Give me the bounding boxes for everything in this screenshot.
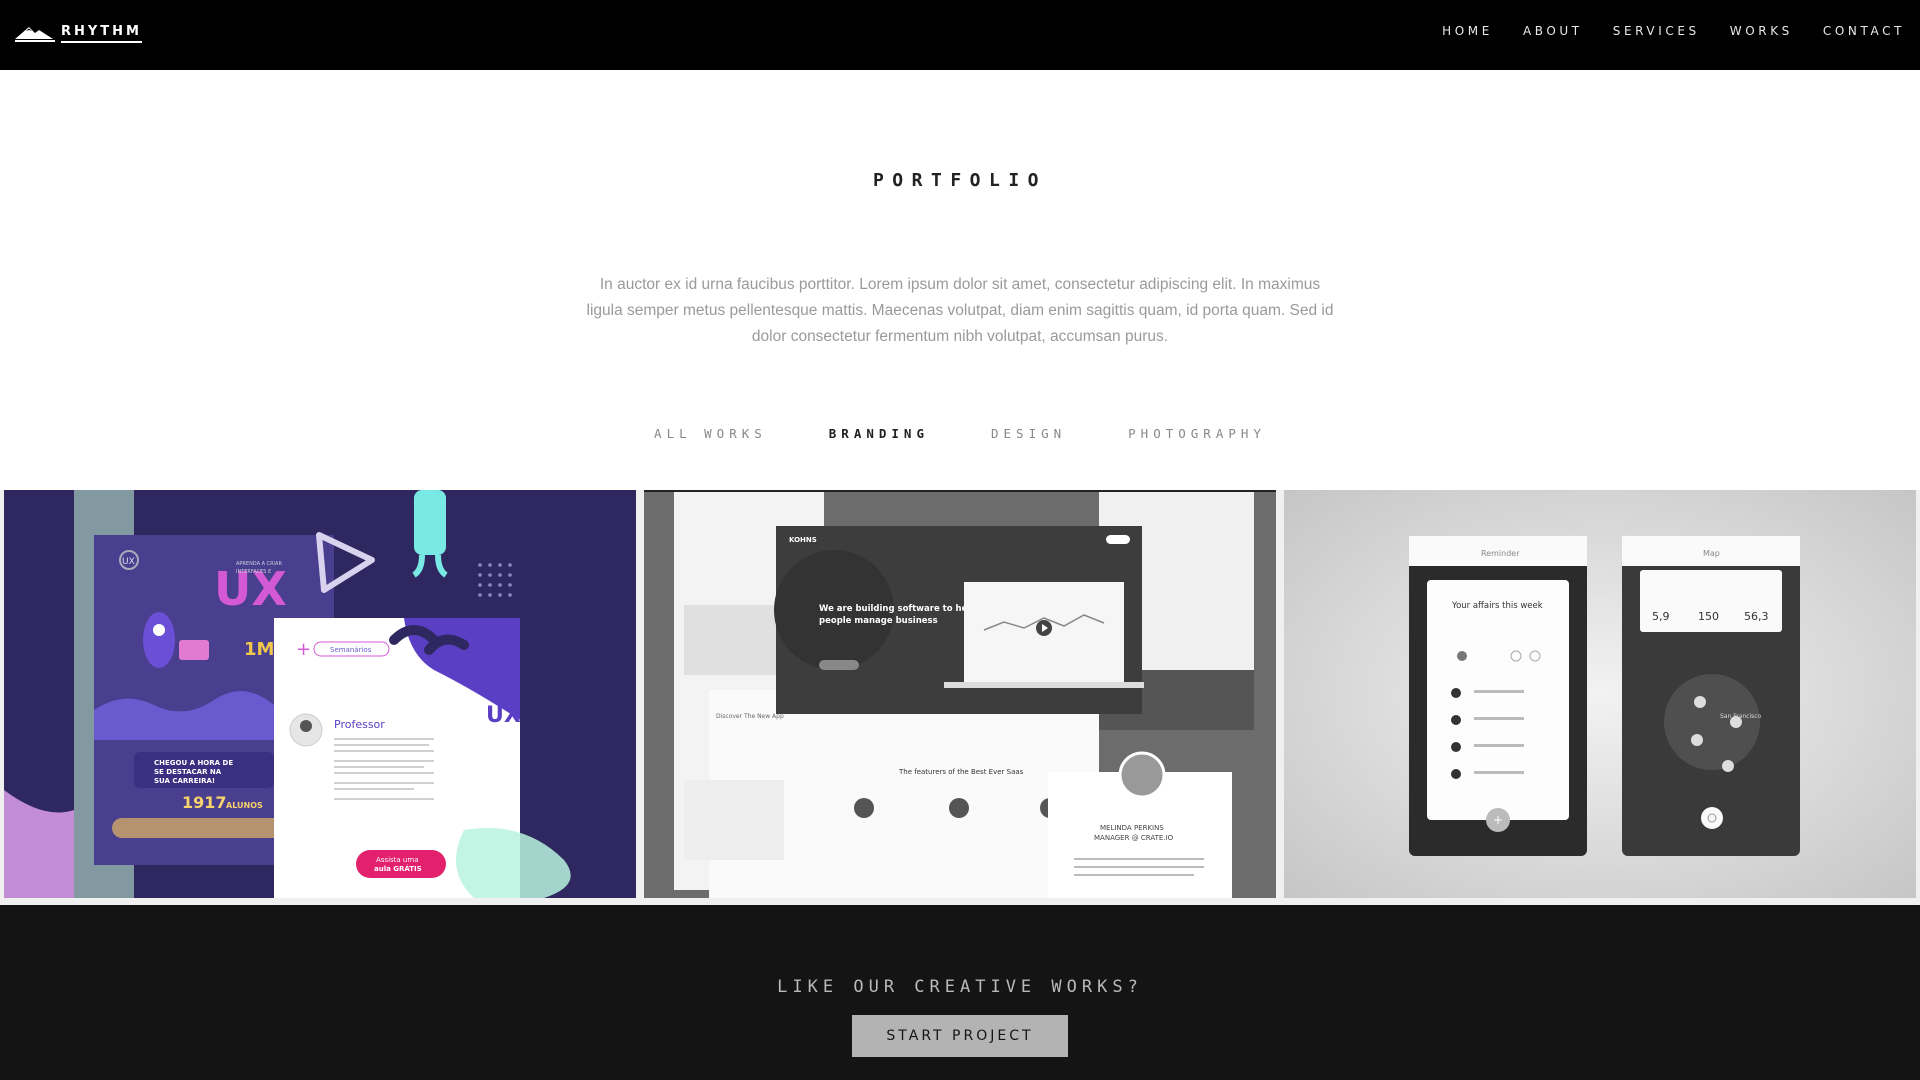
ux-headline-2: INTERFACES E [236,569,271,575]
ux-cta-line-3: SUA CARREIRA! [154,777,215,785]
map-stat-3: 56,3 [1744,610,1769,623]
filter-all-works[interactable]: ALL WORKS [654,426,767,441]
map-stat-1: 5,9 [1652,610,1670,623]
nav-item-about[interactable]: ABOUT [1523,24,1583,38]
map-locate-button [1701,807,1723,829]
portfolio-grid: UX UX APRENDA A CRIAR INTERFACES E 1M CH… [0,490,1920,905]
feature-icon-2 [949,798,969,818]
ux-cta-line-2: SE DESTACAR NA [154,768,222,776]
svg-text:+: + [296,639,311,660]
ux-1m-text: 1M [244,639,274,660]
saas-brand-text: KOHNS [789,536,817,544]
ux-button-line-1: Assista uma [376,856,418,864]
portfolio-item-ux-course[interactable]: UX UX APRENDA A CRIAR INTERFACES E 1M CH… [4,490,636,898]
ux-badge-text: UX [122,557,135,567]
ux-card-text: UX [486,703,521,728]
portfolio-item-mobile-app[interactable]: Reminder Your affairs this week + Map 5,… [1284,490,1916,898]
cta-section: LIKE OUR CREATIVE WORKS? START PROJECT [0,905,1920,1080]
mobile-app-artwork: Reminder Your affairs this week + Map 5,… [1284,490,1916,898]
monster-character-icon [143,612,175,668]
start-project-button[interactable]: START PROJECT [852,1015,1068,1057]
filter-design[interactable]: DESIGN [991,426,1066,441]
reminder-subtitle: Your affairs this week [1451,601,1543,611]
main-menu: HOME ABOUT SERVICES WORKS CONTACT [1442,24,1905,38]
feature-icon-1 [854,798,874,818]
saas-headline-1: We are building software to help [819,604,976,614]
cta-headline: LIKE OUR CREATIVE WORKS? [777,977,1143,997]
reminder-title: Reminder [1481,549,1520,558]
filter-branding[interactable]: BRANDING [829,426,929,441]
testimonial-name: MELINDA PERKINS [1100,824,1164,832]
saas-landing-artwork: Discover The New App KOHNS We are buildi… [644,490,1276,898]
nav-item-works[interactable]: WORKS [1730,24,1793,38]
laptop-icon [179,640,209,660]
ux-button-line-2: aula GRÁTIS [374,864,422,873]
intro-paragraph: In auctor ex id urna faucibus porttitor.… [586,276,1334,345]
testimonial-avatar [1118,751,1166,799]
brand-name: RHYTHM [61,25,142,43]
map-stat-2: 150 [1698,610,1719,623]
mountain-logo-icon [15,27,55,42]
ux-professor-label: Professor [334,718,385,731]
map-title: Map [1703,549,1720,558]
nav-item-contact[interactable]: CONTACT [1823,24,1905,38]
ux-headline-1: APRENDA A CRIAR [236,561,282,567]
map-radius-circle [1664,674,1760,770]
page-title: PORTFOLIO [872,170,1048,191]
cyan-tube-shape [414,490,446,555]
portfolio-item-saas-landing[interactable]: Discover The New App KOHNS We are buildi… [644,490,1276,898]
ux-course-artwork: UX UX APRENDA A CRIAR INTERFACES E 1M CH… [4,490,636,898]
nav-item-home[interactable]: HOME [1442,24,1493,38]
nav-item-services[interactable]: SERVICES [1613,24,1700,38]
ux-seminars-tag: Semanários [330,646,372,654]
brand-logo-link[interactable]: RHYTHM [15,25,142,43]
svg-text:+: + [1493,813,1503,827]
filter-photography[interactable]: PHOTOGRAPHY [1128,426,1266,441]
saas-features-title: The featurers of the Best Ever Saas [898,768,1024,776]
saas-discover-text: Discover The New App [716,713,784,720]
watch-free-class-button [356,850,446,878]
saas-headline-2: people manage business [819,616,938,626]
ux-students-count: 1917 [182,793,227,812]
testimonial-role: MANAGER @ CRATE.IO [1094,834,1174,842]
ux-cta-line-1: CHEGOU A HORA DE [154,759,233,767]
ux-students-label: ALUNOS [226,801,263,810]
portfolio-filters: ALL WORKS BRANDING DESIGN PHOTOGRAPHY [0,426,1920,441]
top-nav-bar: RHYTHM HOME ABOUT SERVICES WORKS CONTACT [0,0,1920,70]
saas-nav-button [1106,535,1130,544]
